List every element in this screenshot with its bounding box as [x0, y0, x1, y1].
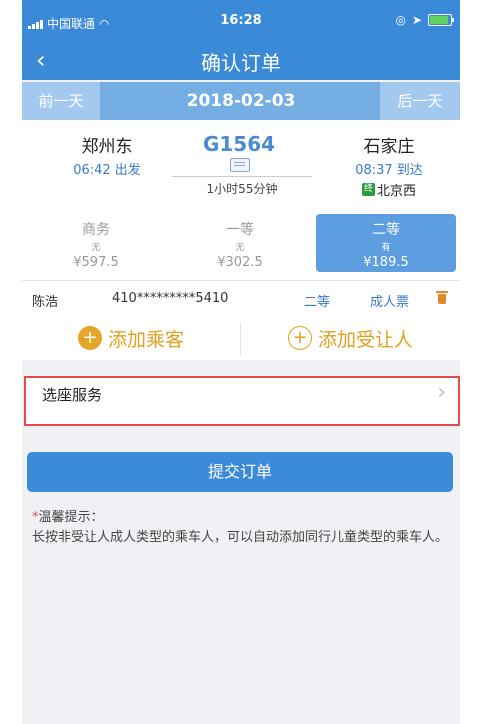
seat-option-second[interactable]: 二等 有 ¥189.5: [316, 214, 456, 272]
seat-availability: 有: [381, 243, 391, 253]
seat-service-row[interactable]: 选座服务 ›: [24, 376, 460, 426]
terminal-tag-icon: 终: [361, 183, 375, 196]
passenger-id: 410*********5410: [112, 291, 229, 306]
trip-duration: 1小时55分钟: [206, 182, 278, 196]
seat-option-business[interactable]: 商务 无 ¥597.5: [28, 214, 164, 272]
trash-icon[interactable]: [436, 291, 448, 304]
plus-circle-filled-icon: +: [77, 326, 102, 350]
passenger-ticket-type[interactable]: 成人票: [370, 291, 409, 310]
nav-bar: ‹ 确认订单: [22, 40, 460, 80]
terminal-station: 终 北京西: [344, 180, 434, 199]
departure-time: 06:42 出发: [73, 163, 141, 178]
ticket-icon[interactable]: [230, 158, 250, 172]
passenger-seat-class[interactable]: 二等: [304, 291, 330, 310]
add-beneficiary-label: 添加受让人: [317, 328, 413, 351]
train-number[interactable]: G1564: [172, 132, 306, 156]
passenger-name: 陈浩: [32, 295, 59, 310]
plus-circle-outline-icon: +: [287, 326, 312, 350]
add-passenger-label: 添加乘客: [107, 328, 184, 351]
seat-class-name: 一等: [226, 222, 254, 238]
passenger-row[interactable]: 陈浩 410*********5410 二等 成人票: [22, 280, 460, 317]
clock: 16:28: [220, 13, 262, 28]
arrival-time: 08:37 到达: [355, 163, 423, 178]
seat-availability: 无: [91, 243, 101, 253]
terminal-station-name: 北京西: [376, 184, 416, 199]
add-actions: + 添加乘客 + 添加受让人: [22, 316, 460, 360]
location-icon: ➤: [411, 13, 422, 27]
seat-price: ¥189.5: [363, 255, 409, 270]
tips: *温馨提示： 长按非受让人成人类型的乘车人，可以自动添加同行儿童类型的乘车人。: [32, 508, 452, 548]
departure-station-name: 郑州东: [81, 137, 133, 157]
arrival-station: 石家庄 08:37 到达 终 北京西: [344, 132, 434, 199]
add-passenger-button[interactable]: + 添加乘客: [22, 316, 240, 360]
battery-icon: [428, 14, 454, 26]
tips-body: 长按非受让人成人类型的乘车人，可以自动添加同行儿童类型的乘车人。: [32, 530, 449, 545]
departure-station: 郑州东 06:42 出发: [62, 132, 152, 178]
rotation-lock-icon: ◎: [395, 13, 406, 27]
chevron-right-icon: ›: [437, 380, 446, 405]
seat-option-first[interactable]: 一等 无 ¥302.5: [172, 214, 308, 272]
seat-service-label: 选座服务: [42, 386, 103, 404]
tips-title: 温馨提示：: [38, 510, 104, 525]
add-beneficiary-button[interactable]: + 添加受让人: [241, 316, 460, 360]
phone-screen: 中国联通 ◠ 16:28 ◎ ➤ ‹ 确认订单 前一天 2018-02-03 后…: [22, 0, 460, 724]
status-bar: 中国联通 ◠ 16:28 ◎ ➤: [22, 0, 460, 40]
seat-availability: 无: [235, 243, 245, 253]
seat-price: ¥597.5: [73, 255, 119, 270]
seat-class-name: 商务: [82, 222, 110, 238]
route-line: [172, 176, 312, 177]
train-info-card: 郑州东 06:42 出发 G1564 1小时55分钟 石家庄 08:37 到达 …: [22, 120, 460, 280]
date-bar: 前一天 2018-02-03 后一天: [22, 82, 460, 120]
seat-class-selector: 商务 无 ¥597.5 一等 无 ¥302.5 二等 有 ¥189.5: [22, 214, 460, 276]
next-day-button[interactable]: 后一天: [380, 82, 460, 120]
arrival-station-name: 石家庄: [363, 137, 415, 157]
page-title: 确认订单: [201, 51, 281, 75]
submit-order-button[interactable]: 提交订单: [27, 452, 453, 492]
seat-class-name: 二等: [372, 222, 400, 238]
seat-price: ¥302.5: [217, 255, 263, 270]
